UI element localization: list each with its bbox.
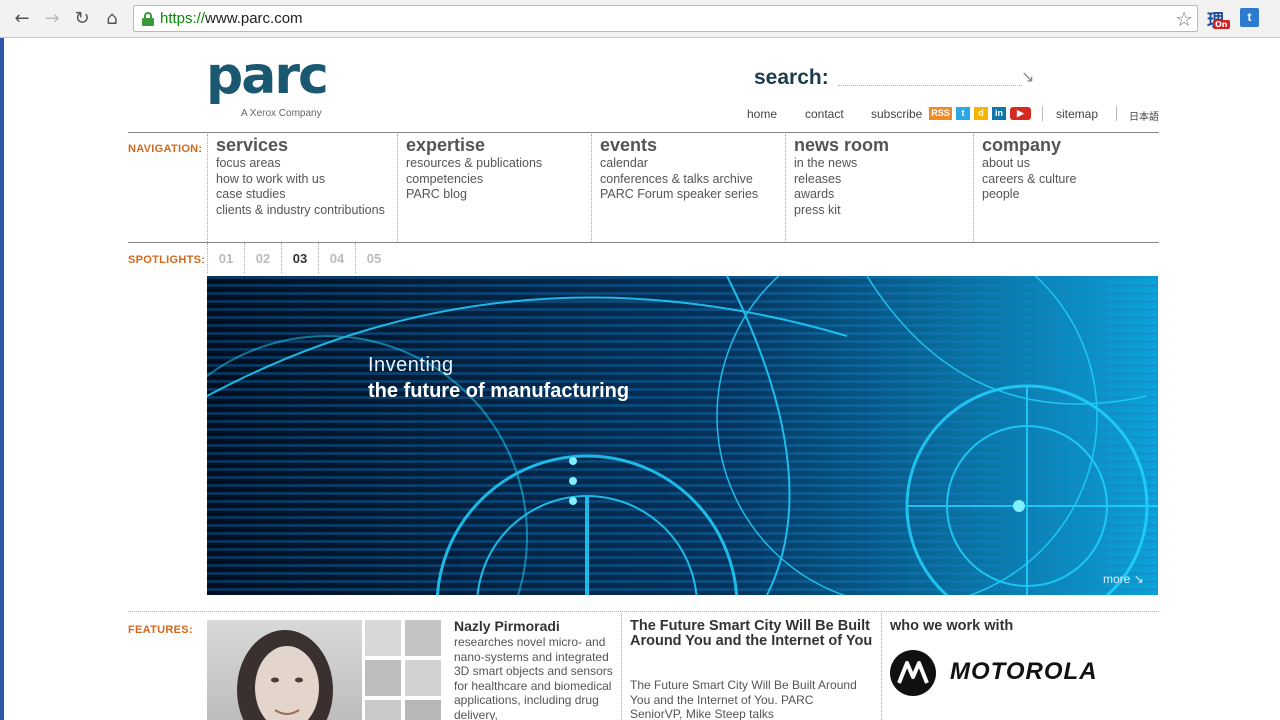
logo-wordmark: parc (206, 46, 329, 106)
extension-icon-dictionary[interactable]: 理On (1207, 6, 1233, 32)
person-thumbnail[interactable] (365, 700, 401, 720)
url-text[interactable]: https://www.parc.com (160, 10, 303, 27)
nav-link-parc-blog[interactable]: PARC blog (406, 187, 591, 203)
nav-column-company: company about us careers & culture peopl… (973, 134, 1159, 242)
contact-link[interactable]: contact (805, 107, 844, 121)
navigation-label: NAVIGATION: (128, 143, 203, 155)
browser-toolbar: ← → ↻ ⌂ https://www.parc.com ☆ 理On t (0, 0, 1280, 38)
search-submit-arrow-icon[interactable]: ↘ (1021, 67, 1034, 86)
nav-link-forum-series[interactable]: PARC Forum speaker series (600, 187, 785, 203)
spotlight-tab-03[interactable]: 03 (281, 243, 318, 273)
nav-heading-services[interactable]: services (216, 134, 397, 156)
nav-link-in-the-news[interactable]: in the news (794, 156, 973, 172)
logo-tagline: A Xerox Company (241, 108, 322, 119)
features-label: FEATURES: (128, 624, 193, 636)
hero-more-link[interactable]: more ↘ (1103, 572, 1144, 586)
nav-link-calendar[interactable]: calendar (600, 156, 785, 172)
bookmark-star-icon[interactable]: ☆ (1175, 7, 1193, 31)
nav-column-news-room: news room in the news releases awards pr… (785, 134, 973, 242)
nav-link-releases[interactable]: releases (794, 172, 973, 188)
nav-column-expertise: expertise resources & publications compe… (397, 134, 591, 242)
spotlight-tab-04[interactable]: 04 (318, 243, 355, 273)
spotlight-hero-banner[interactable]: Inventing the future of manufacturing mo… (207, 276, 1158, 595)
nav-link-press-kit[interactable]: press kit (794, 203, 973, 219)
forward-arrow-icon[interactable]: → (40, 7, 64, 29)
nav-link-resources[interactable]: resources & publications (406, 156, 591, 172)
nav-link-awards[interactable]: awards (794, 187, 973, 203)
divider (1042, 106, 1043, 121)
person-thumbnail[interactable] (405, 620, 441, 656)
nav-link-careers[interactable]: careers & culture (982, 172, 1159, 188)
search-label: search: (754, 66, 829, 89)
partners-heading: who we work with (890, 618, 1014, 634)
hero-headline-line2: the future of manufacturing (368, 380, 630, 402)
nav-link-case-studies[interactable]: case studies (216, 187, 397, 203)
nav-link-conferences[interactable]: conferences & talks archive (600, 172, 785, 188)
person-thumbnail[interactable] (405, 660, 441, 696)
nav-link-about-us[interactable]: about us (982, 156, 1159, 172)
person-thumbnail[interactable] (365, 660, 401, 696)
spotlight-tab-02[interactable]: 02 (244, 243, 281, 273)
nav-link-people[interactable]: people (982, 187, 1159, 203)
nav-heading-company[interactable]: company (982, 134, 1159, 156)
search-input[interactable] (838, 72, 1022, 86)
home-link[interactable]: home (747, 107, 777, 121)
nav-column-events: events calendar conferences & talks arch… (591, 134, 785, 242)
people-thumbnail-grid (365, 620, 443, 720)
featured-person-description: researches novel micro- and nano-systems… (454, 635, 613, 720)
nav-link-focus-areas[interactable]: focus areas (216, 156, 397, 172)
featured-person-photo[interactable] (207, 620, 362, 720)
spotlights-label: SPOTLIGHTS: (128, 254, 206, 266)
reload-icon[interactable]: ↻ (70, 7, 94, 29)
column-divider (621, 613, 622, 720)
rss-icon[interactable]: RSS (929, 107, 952, 120)
person-thumbnail[interactable] (405, 700, 441, 720)
nav-top-rule (128, 132, 1159, 133)
nav-heading-events[interactable]: events (600, 134, 785, 156)
nav-link-competencies[interactable]: competencies (406, 172, 591, 188)
person-thumbnail[interactable] (365, 620, 401, 656)
nav-column-services: services focus areas how to work with us… (207, 134, 397, 242)
extension-icon-t[interactable]: t (1240, 8, 1259, 27)
url-host: www.parc.com (205, 10, 303, 27)
featured-person-name[interactable]: Nazly Pirmoradi (454, 618, 560, 634)
nav-link-clients[interactable]: clients & industry contributions (216, 203, 397, 219)
nav-heading-expertise[interactable]: expertise (406, 134, 591, 156)
hero-headline-line1: Inventing (368, 354, 454, 376)
nav-heading-news-room[interactable]: news room (794, 134, 973, 156)
divider (1116, 106, 1117, 121)
parc-logo[interactable]: parc A Xerox Company (206, 46, 329, 119)
twitter-icon[interactable]: t (956, 107, 970, 120)
feature-news-body: The Future Smart City Will Be Built Arou… (630, 678, 857, 720)
spotlight-tab-05[interactable]: 05 (355, 243, 392, 273)
url-scheme: https:// (160, 10, 206, 27)
feature-news-title[interactable]: The Future Smart City Will Be Built Arou… (630, 619, 875, 648)
motorola-batwing-logo-icon[interactable] (890, 650, 936, 696)
more-arrow-icon: ↘ (1133, 572, 1144, 586)
hero-circuit-graphic (207, 276, 1158, 595)
features-top-rule (128, 611, 1159, 612)
hero-more-label: more (1103, 572, 1131, 586)
nav-link-how-to-work-with-us[interactable]: how to work with us (216, 172, 397, 188)
home-icon[interactable]: ⌂ (100, 7, 124, 29)
lock-icon (142, 12, 154, 26)
linkedin-icon[interactable]: in (992, 107, 1006, 120)
address-bar[interactable]: https://www.parc.com ☆ (133, 5, 1198, 32)
youtube-icon[interactable]: ▶ (1010, 107, 1031, 120)
spotlight-tab-01[interactable]: 01 (207, 243, 244, 273)
subscribe-link[interactable]: subscribe (871, 107, 922, 121)
column-divider (881, 613, 882, 720)
page-content: parc A Xerox Company search: ↘ home cont… (0, 38, 1280, 720)
partner-name-motorola[interactable]: MOTOROLA (950, 658, 1098, 686)
extension-badge: On (1213, 20, 1230, 29)
sitemap-link[interactable]: sitemap (1056, 107, 1098, 121)
back-arrow-icon[interactable]: ← (10, 7, 34, 29)
japanese-link[interactable]: 日本語 (1129, 108, 1159, 123)
digg-icon[interactable]: d (974, 107, 988, 120)
